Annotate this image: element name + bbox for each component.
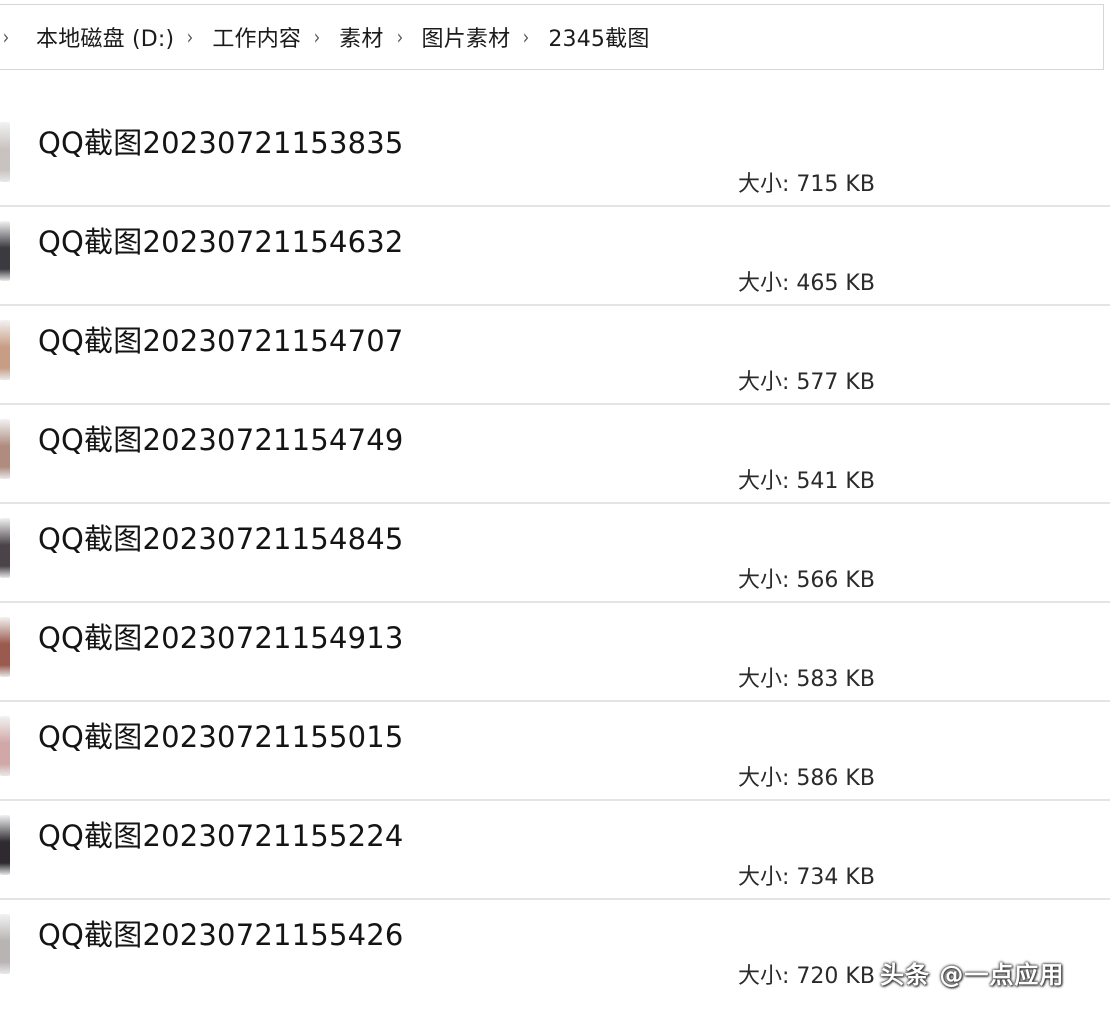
file-size-value: 715 KB	[796, 172, 875, 197]
image-thumbnail	[0, 815, 10, 875]
breadcrumb-item-work-content[interactable]: 工作内容	[206, 17, 307, 57]
file-name: QQ截图20230721153835	[38, 126, 404, 160]
image-thumbnail	[0, 914, 10, 974]
file-size: 大小: 577 KB	[738, 364, 875, 396]
breadcrumb-item-local-disk[interactable]: 本地磁盘 (D:)	[30, 17, 180, 57]
breadcrumb-item-current-folder[interactable]: 2345截图	[542, 17, 655, 57]
image-thumbnail	[0, 122, 10, 182]
file-size-value: 465 KB	[796, 271, 875, 296]
file-size-label: 大小:	[738, 370, 790, 395]
file-row[interactable]: QQ截图20230721155015 大小: 586 KB	[0, 702, 1110, 801]
chevron-right-icon[interactable]: ›	[3, 25, 9, 49]
image-thumbnail	[0, 419, 10, 479]
file-name: QQ截图20230721154749	[38, 423, 404, 457]
file-name: QQ截图20230721155426	[38, 918, 404, 952]
file-row[interactable]: QQ截图20230721154913 大小: 583 KB	[0, 603, 1110, 702]
file-size-label: 大小:	[738, 964, 790, 989]
breadcrumb-item-image-material[interactable]: 图片素材	[416, 17, 517, 57]
file-name: QQ截图20230721154913	[38, 621, 404, 655]
file-row[interactable]: QQ截图20230721155224 大小: 734 KB	[0, 801, 1110, 900]
file-name: QQ截图20230721155224	[38, 819, 404, 853]
file-size-value: 577 KB	[796, 370, 875, 395]
image-thumbnail	[0, 617, 10, 677]
file-size-label: 大小:	[738, 568, 790, 593]
file-size-value: 720 KB	[796, 964, 875, 989]
file-size-label: 大小:	[738, 172, 790, 197]
file-size-value: 734 KB	[796, 865, 875, 890]
file-size-label: 大小:	[738, 271, 790, 296]
image-thumbnail	[0, 320, 10, 380]
file-row[interactable]: QQ截图20230721154632 大小: 465 KB	[0, 207, 1110, 306]
chevron-right-icon[interactable]: ›	[314, 25, 320, 49]
file-size-label: 大小:	[738, 469, 790, 494]
chevron-right-icon[interactable]: ›	[187, 25, 193, 49]
file-size: 大小: 720 KB	[738, 958, 875, 990]
file-size-value: 541 KB	[796, 469, 875, 494]
file-list: QQ截图20230721153835 大小: 715 KB QQ截图202307…	[0, 108, 1110, 999]
file-explorer-window: › 本地磁盘 (D:) › 工作内容 › 素材 › 图片素材 › 2345截图 …	[0, 0, 1110, 1010]
file-name: QQ截图20230721154845	[38, 522, 404, 556]
file-row[interactable]: QQ截图20230721154749 大小: 541 KB	[0, 405, 1110, 504]
file-size: 大小: 583 KB	[738, 661, 875, 693]
file-size: 大小: 715 KB	[738, 166, 875, 198]
file-row[interactable]: QQ截图20230721153835 大小: 715 KB	[0, 108, 1110, 207]
file-row[interactable]: QQ截图20230721154707 大小: 577 KB	[0, 306, 1110, 405]
watermark-text: 头条 @一点应用	[880, 961, 1065, 989]
breadcrumb-item-material[interactable]: 素材	[333, 17, 389, 57]
file-name: QQ截图20230721155015	[38, 720, 404, 754]
image-thumbnail	[0, 221, 10, 281]
file-size-value: 566 KB	[796, 568, 875, 593]
file-size-label: 大小:	[738, 667, 790, 692]
file-name: QQ截图20230721154707	[38, 324, 404, 358]
address-bar-breadcrumb[interactable]: › 本地磁盘 (D:) › 工作内容 › 素材 › 图片素材 › 2345截图	[0, 4, 1104, 70]
file-size-value: 586 KB	[796, 766, 875, 791]
file-size: 大小: 541 KB	[738, 463, 875, 495]
chevron-right-icon[interactable]: ›	[523, 25, 529, 49]
file-size-value: 583 KB	[796, 667, 875, 692]
file-size: 大小: 586 KB	[738, 760, 875, 792]
image-thumbnail	[0, 518, 10, 578]
file-size-label: 大小:	[738, 766, 790, 791]
file-size-label: 大小:	[738, 865, 790, 890]
file-name: QQ截图20230721154632	[38, 225, 404, 259]
file-size: 大小: 734 KB	[738, 859, 875, 891]
image-thumbnail	[0, 716, 10, 776]
file-row[interactable]: QQ截图20230721154845 大小: 566 KB	[0, 504, 1110, 603]
file-size: 大小: 465 KB	[738, 265, 875, 297]
chevron-right-icon[interactable]: ›	[396, 25, 402, 49]
file-size: 大小: 566 KB	[738, 562, 875, 594]
